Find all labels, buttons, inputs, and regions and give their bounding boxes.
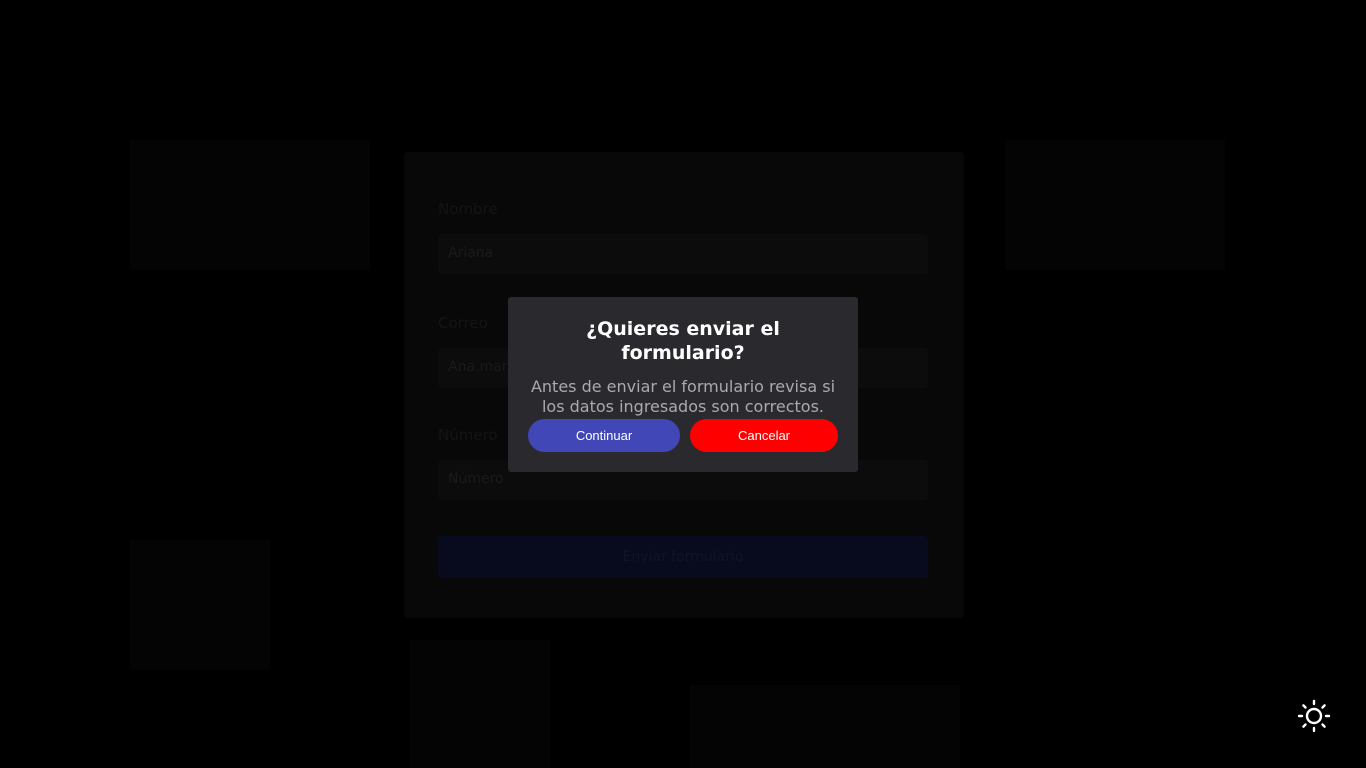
background-panel	[130, 540, 270, 670]
field-label-nombre: Nombre	[438, 200, 498, 218]
dialog-title: ¿Quieres enviar el formulario?	[586, 318, 780, 364]
nombre-input[interactable]: Ariana	[438, 234, 928, 274]
numero-placeholder: Número	[448, 471, 504, 487]
cancel-button[interactable]: Cancelar	[690, 419, 838, 452]
page: Nombre Ariana Correo Ana.mar Número Núme…	[0, 0, 1366, 768]
field-label-correo: Correo	[438, 314, 488, 332]
background-panel	[410, 640, 550, 768]
background-panel	[690, 685, 960, 768]
dialog-message: Antes de enviar el formulario revisa si …	[530, 377, 836, 416]
background-panel	[130, 140, 370, 270]
nombre-placeholder: Ariana	[448, 245, 494, 261]
correo-placeholder: Ana.mar	[448, 359, 508, 375]
continue-button[interactable]: Continuar	[528, 419, 680, 452]
submit-form-button[interactable]: Enviar formulario	[438, 536, 928, 578]
theme-toggle-button[interactable]	[1297, 699, 1331, 733]
sun-icon	[1297, 699, 1331, 733]
dialog-actions: Continuar Cancelar	[528, 419, 838, 452]
field-label-numero: Número	[438, 426, 498, 444]
background-panel	[1005, 140, 1225, 270]
confirm-dialog: ¿Quieres enviar el formulario? Antes de …	[508, 297, 858, 472]
